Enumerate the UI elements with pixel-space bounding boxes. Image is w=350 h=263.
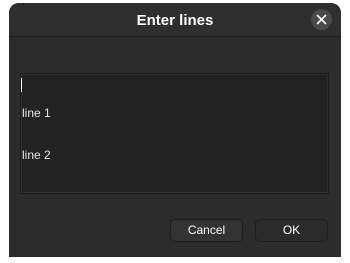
dialog-titlebar[interactable]: Enter lines	[9, 3, 341, 37]
lines-text-area[interactable]: line 1 line 2	[20, 73, 329, 194]
text-cursor	[21, 78, 22, 92]
close-button[interactable]	[311, 9, 332, 30]
text-content: line 1 line 2	[22, 78, 51, 190]
cancel-button[interactable]: Cancel	[170, 219, 243, 242]
text-line: line 2	[22, 148, 51, 162]
dialog-title: Enter lines	[136, 12, 214, 29]
text-line: line 1	[22, 106, 51, 120]
enter-lines-dialog: Enter lines line 1 line 2 Cancel OK	[9, 3, 341, 257]
ok-button[interactable]: OK	[255, 219, 328, 242]
close-icon	[316, 14, 327, 25]
